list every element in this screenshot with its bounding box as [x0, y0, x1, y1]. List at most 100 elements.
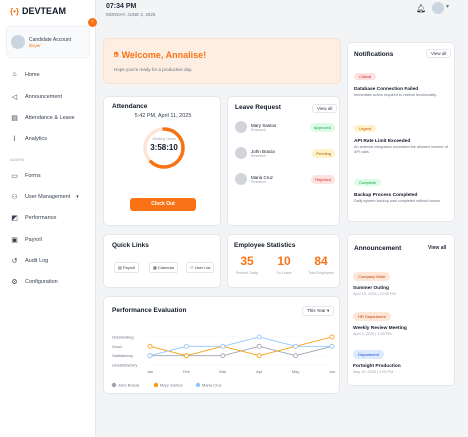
- home-icon: ⌂: [12, 71, 17, 78]
- sidebar-item-payroll[interactable]: ▣ Payroll: [10, 236, 42, 244]
- announcement-view-all-button[interactable]: View all: [428, 245, 446, 251]
- sidebar-section-admin: ADMIN: [10, 157, 25, 162]
- x-tick-label: Apr: [256, 369, 263, 374]
- leave-dept: Research: [251, 179, 266, 184]
- notification-item[interactable]: Urgent API Rate Limit Exceeded An extern…: [354, 117, 450, 155]
- leave-row[interactable]: John Bracia Research Pending: [235, 147, 337, 159]
- data-point: [256, 353, 262, 359]
- ring-value: 3:58:10: [150, 143, 178, 152]
- announcement-card: Announcement View all Company Wide Summe…: [347, 234, 455, 386]
- notification-desc: An external integration exceeded the all…: [354, 145, 448, 154]
- announcement-item[interactable]: Department Fortnight Production May 15, …: [353, 343, 451, 374]
- quick-link-user-list[interactable]: ⚇ User List: [186, 262, 215, 273]
- x-tick-label: Jun: [329, 369, 335, 374]
- sidebar-item-label: User Management: [25, 194, 71, 200]
- chevron-down-icon[interactable]: ▾: [446, 3, 449, 10]
- notifications-card: Notifications View all Critical Database…: [347, 42, 455, 222]
- profile-card[interactable]: Candidate Account Buyer: [6, 26, 90, 58]
- sidebar-item-attendance-leave[interactable]: ▤ Attendance & Leave: [10, 114, 74, 122]
- announcement-tag: Department: [353, 350, 384, 359]
- leave-name: John Bracia: [251, 148, 275, 154]
- leave-name: Mary Santos: [251, 122, 277, 128]
- user-avatar[interactable]: [432, 2, 444, 14]
- bell-icon[interactable]: 🔔︎: [416, 4, 426, 13]
- sidebar-item-label: Audit Log: [25, 258, 49, 264]
- users-icon: ⚇: [11, 194, 18, 201]
- performance-icon: ◩: [11, 215, 18, 222]
- announcement-item[interactable]: HR Department Weekly Review Meeting Apri…: [353, 305, 451, 336]
- sidebar-item-home[interactable]: ⌂ Home: [10, 71, 39, 78]
- sidebar-item-analytics[interactable]: ⌇ Analytics: [10, 135, 47, 143]
- stat-leave-value: 10: [277, 254, 291, 268]
- sidebar-item-label: Analytics: [25, 136, 48, 142]
- leave-view-all-button[interactable]: View all: [312, 104, 338, 113]
- leave-dept: Research: [251, 153, 266, 158]
- status-badge: Critical: [354, 73, 377, 80]
- legend-swatch: [195, 382, 201, 388]
- data-point: [329, 334, 335, 340]
- sidebar-item-announcement[interactable]: ◁ Announcement: [10, 93, 62, 101]
- status-badge: Pending: [312, 148, 335, 158]
- sidebar-item-audit-log[interactable]: ↺ Audit Log: [10, 257, 49, 265]
- sidebar-item-label: Forms: [25, 173, 41, 179]
- leave-row[interactable]: Mary Santos Research Approved: [235, 121, 337, 133]
- leave-request-card: Leave Request View all Mary Santos Resear…: [227, 96, 340, 226]
- legend-swatch: [111, 382, 117, 388]
- announcement-item-title: Summer Outing: [353, 286, 389, 291]
- data-point: [147, 343, 153, 349]
- attendance-datetime: 5:42 PM, April 11, 2025: [134, 113, 192, 119]
- announcement-item[interactable]: Company Wide Summer Outing April 15, 202…: [353, 265, 451, 296]
- forms-icon: ▭: [11, 173, 18, 180]
- x-tick-label: Jan: [147, 369, 153, 374]
- performance-chart: Unsatisfactory Satisfactory Good Outstandin…: [111, 334, 335, 388]
- chevron-down-icon: ▾: [76, 194, 79, 200]
- announcement-date: May 15, 2025 | 2:00 PM: [353, 370, 394, 374]
- current-date: MONDAY, JUNE 2, 2025: [106, 12, 156, 17]
- sidebar-item-label: Payroll: [25, 237, 42, 243]
- history-icon: ↺: [11, 258, 18, 265]
- quick-links-card: Quick Links ▤ Payroll ▦ Calendar ⚇ User …: [103, 234, 221, 288]
- quick-links-title: Quick Links: [112, 242, 149, 249]
- notifications-title: Notifications: [354, 51, 394, 58]
- quick-link-label: Calendar: [157, 265, 175, 270]
- x-tick-label: May: [292, 369, 300, 374]
- sidebar-item-performance[interactable]: ◩ Performance: [10, 214, 56, 222]
- brand-logo[interactable]: {•} DEVTEAM: [10, 6, 66, 16]
- sidebar: {•} DEVTEAM Candidate Account Buyer ⌂ Hom…: [0, 0, 96, 437]
- x-tick-label: Feb: [183, 369, 191, 374]
- avatar: [235, 147, 247, 159]
- data-point: [256, 343, 262, 349]
- attendance-title: Attendance: [112, 103, 148, 110]
- notification-item[interactable]: Complete Backup Process Completed Daily …: [354, 171, 450, 204]
- data-point: [220, 343, 226, 349]
- performance-card: Performance Evaluation This Year ▾ Unsat…: [103, 296, 340, 394]
- leave-title: Leave Request: [235, 104, 281, 111]
- notification-item[interactable]: Critical Database Connection Failed Imme…: [354, 65, 450, 98]
- profile-role: Buyer: [29, 42, 41, 48]
- chart-icon: ⌇: [12, 136, 17, 143]
- quick-link-label: Payroll: [122, 265, 136, 270]
- data-point: [147, 353, 153, 359]
- notification-title: Backup Process Completed: [354, 193, 418, 198]
- leave-row[interactable]: Maria Cruz Research Rejected: [235, 173, 337, 185]
- clock-out-button[interactable]: Clock Out: [130, 198, 196, 211]
- quick-link-payroll[interactable]: ▤ Payroll: [114, 262, 140, 273]
- sidebar-item-user-management[interactable]: ⚇ User Management ▾: [10, 193, 79, 201]
- quick-link-calendar[interactable]: ▦ Calendar: [149, 262, 179, 273]
- announcement-item-title: Fortnight Production: [353, 364, 401, 369]
- sidebar-item-forms[interactable]: ▭ Forms: [10, 172, 41, 180]
- legend-label: John Bracia: [118, 383, 140, 388]
- notifications-view-all-button[interactable]: View all: [426, 49, 452, 58]
- welcome-title: ✋︎ Welcome, Annalise!: [114, 50, 206, 60]
- ring-label: Working Hours: [152, 137, 176, 141]
- profile-name: Candidate Account: [29, 36, 71, 43]
- leave-name: Maria Cruz: [251, 174, 274, 180]
- status-badge: Approved: [309, 122, 335, 132]
- brand-name: DEVTEAM: [22, 6, 67, 16]
- avatar: [235, 173, 247, 185]
- sidebar-item-configuration[interactable]: ⚙ Configuration: [10, 278, 57, 286]
- status-badge: Rejected: [311, 174, 335, 184]
- y-tick-label: Outstanding: [112, 335, 134, 340]
- gear-icon: ⚙: [11, 279, 18, 286]
- chevron-left-icon: ‹: [91, 19, 94, 25]
